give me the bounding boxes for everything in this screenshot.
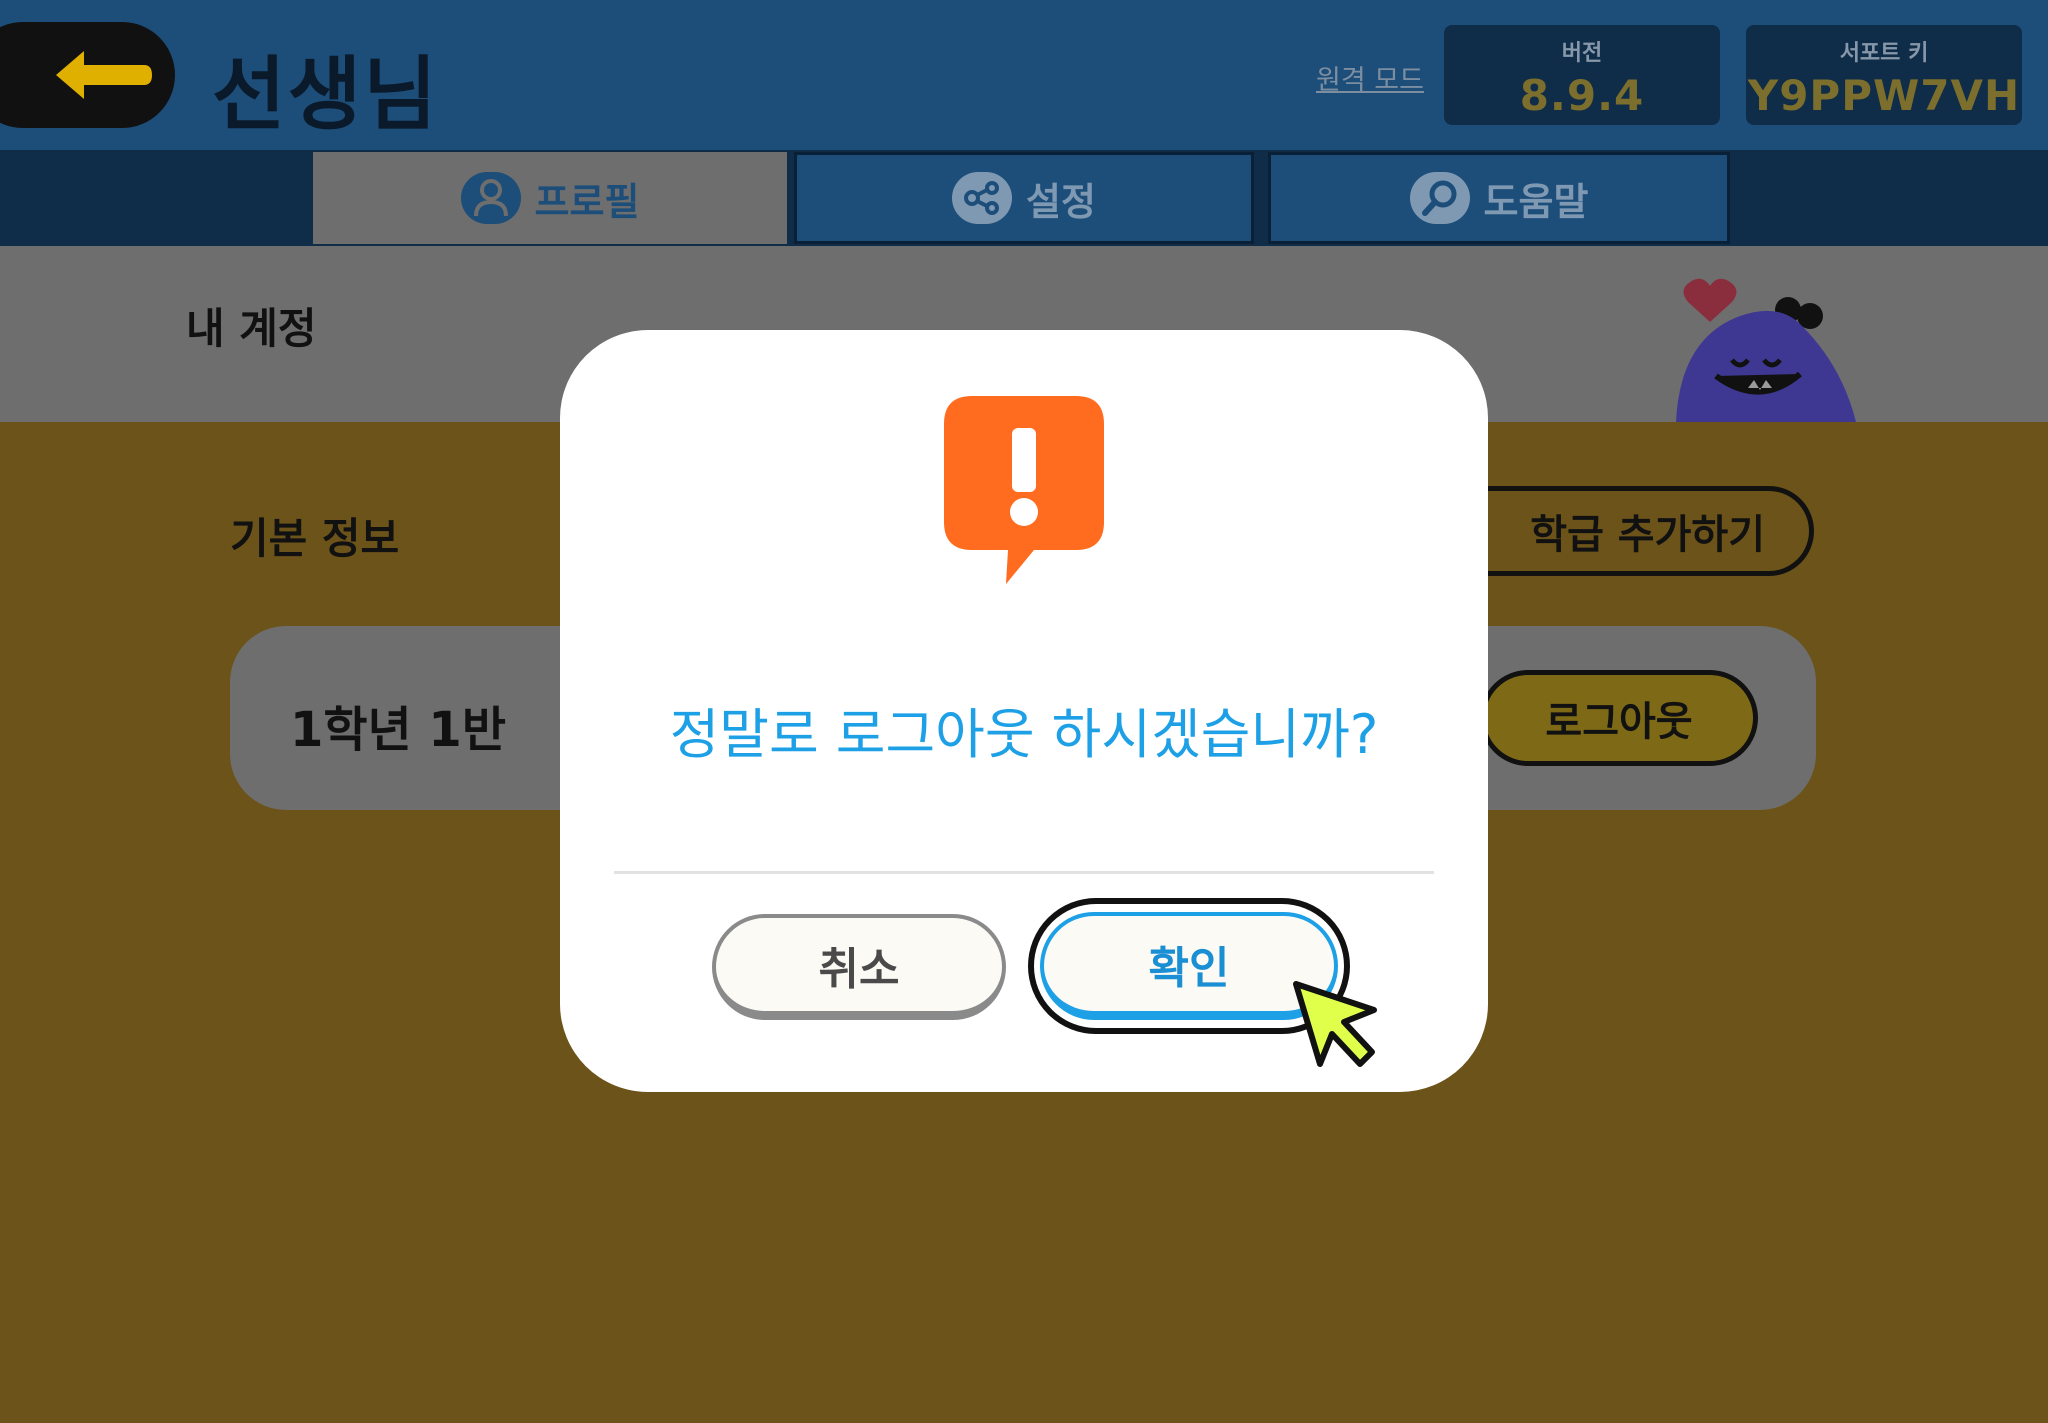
support-key-value: Y9PPW7VH [1747,71,2021,120]
monster-mascot-icon [1676,278,1856,422]
version-value: 8.9.4 [1519,71,1645,120]
exclamation-alert-icon [944,396,1104,584]
logout-button[interactable]: 로그아웃 [1480,670,1758,766]
page-title: 선생님 [212,48,439,141]
dialog-message: 정말로 로그아웃 하시겠습니까? [669,703,1379,766]
class-name: 1학년 1반 [290,702,506,758]
share-nodes-icon [952,172,1013,224]
tab-settings-label: 설정 [1026,179,1096,224]
pointer-cursor-icon [1293,981,1377,1067]
tab-profile-label: 프로필 [534,179,640,224]
tab-profile[interactable]: 프로필 [313,152,787,244]
back-button[interactable] [0,22,175,128]
support-key-box: 서포트 키 Y9PPW7VH [1746,25,2022,125]
tab-settings[interactable]: 설정 [794,152,1254,244]
add-class-label: 학급 추가하기 [1530,512,1765,558]
arrow-left-icon [55,51,152,99]
support-key-label: 서포트 키 [1839,41,1929,66]
tab-help[interactable]: 도움말 [1268,152,1730,244]
logout-label: 로그아웃 [1545,699,1693,745]
cancel-label: 취소 [818,943,900,995]
magnifier-icon [1409,172,1470,224]
basic-info-title: 기본 정보 [230,514,400,563]
dialog-divider [614,871,1434,874]
remote-mode-link[interactable]: 원격 모드 [1316,58,1424,97]
version-label: 버전 [1561,41,1603,66]
user-icon [460,172,521,224]
tab-help-label: 도움말 [1483,179,1589,224]
version-box: 버전 8.9.4 [1444,25,1720,125]
cancel-button[interactable]: 취소 [712,914,1006,1020]
confirm-label: 확인 [1148,942,1230,994]
add-class-button[interactable]: 학급 추가하기 [1440,486,1814,576]
account-title: 내 계정 [186,304,317,353]
